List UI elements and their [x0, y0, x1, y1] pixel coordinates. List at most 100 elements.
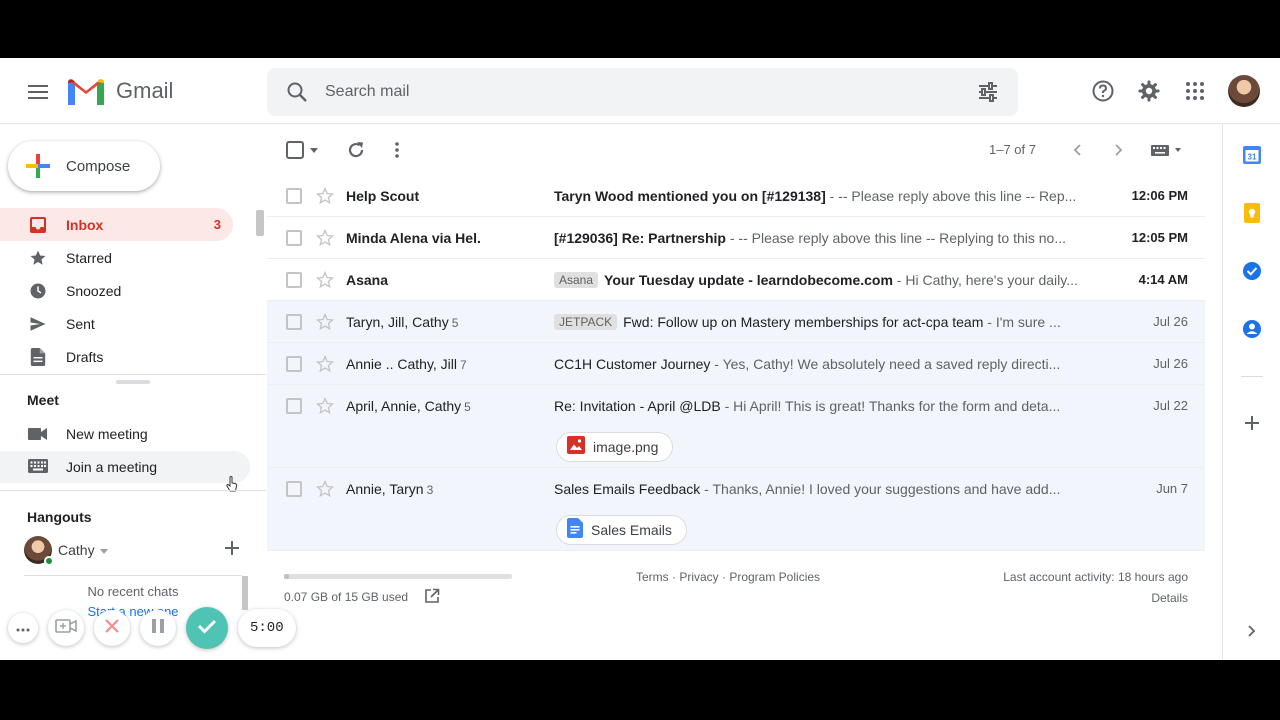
activity-details-link[interactable]: Details	[1151, 591, 1188, 605]
main-menu-icon[interactable]	[22, 76, 54, 108]
new-conversation-plus-icon[interactable]	[224, 540, 240, 561]
join-meeting-button[interactable]: Join a meeting	[0, 451, 250, 483]
email-date: Jul 26	[1153, 356, 1188, 371]
search-input[interactable]	[325, 77, 925, 107]
email-select-checkbox[interactable]	[286, 188, 302, 204]
calendar-icon[interactable]: 31	[1241, 144, 1263, 166]
recorder-camera-button[interactable]	[48, 610, 84, 646]
email-content: JETPACK Fwd: Follow up on Mastery members…	[554, 314, 1094, 330]
sidebar-item-snoozed[interactable]: Snoozed	[0, 274, 233, 307]
email-row[interactable]: Asana Asana Your Tuesday update - learndob…	[267, 259, 1205, 301]
external-link-icon[interactable]	[424, 588, 440, 609]
checkmark-icon	[197, 618, 217, 639]
sidebar-item-inbox[interactable]: Inbox 3	[0, 208, 233, 241]
email-select-checkbox[interactable]	[286, 272, 302, 288]
select-dropdown-icon[interactable]	[307, 138, 321, 162]
sidebar-item-drafts[interactable]: Drafts	[0, 340, 233, 373]
clock-icon	[28, 281, 48, 301]
storage-usage-fill	[284, 574, 289, 579]
contacts-icon[interactable]	[1241, 318, 1263, 340]
section-drag-handle[interactable]	[116, 380, 150, 384]
email-label-tag[interactable]: JETPACK	[554, 314, 618, 330]
email-label-tag[interactable]: Asana	[554, 272, 599, 288]
apps-grid-icon[interactable]	[1182, 78, 1208, 104]
image-file-icon	[567, 435, 585, 459]
new-meeting-label: New meeting	[66, 426, 148, 442]
email-row[interactable]: Annie, Taryn 3 Sales Emails Feedback - Tha…	[267, 468, 1205, 551]
email-select-checkbox[interactable]	[286, 314, 302, 330]
tasks-icon[interactable]	[1241, 260, 1263, 282]
sidebar-item-starred[interactable]: Starred	[0, 241, 233, 274]
email-subject: CC1H Customer Journey	[554, 356, 711, 372]
email-subject: Your Tuesday update - learndobecome.com	[604, 272, 893, 288]
keep-notes-icon[interactable]	[1241, 202, 1263, 224]
hangouts-user-status[interactable]: Cathy	[24, 536, 108, 566]
mail-list-toolbar: 1–7 of 7	[267, 130, 1207, 170]
sender-name: Annie .. Cathy, Jill	[346, 356, 458, 372]
footer-policy-links[interactable]: Terms · Privacy · Program Policies	[636, 570, 820, 584]
email-row[interactable]: April, Annie, Cathy 5 Re: Invitation - Apr…	[267, 385, 1205, 468]
meet-section-title: Meet	[27, 392, 59, 408]
svg-text:31: 31	[1248, 153, 1257, 162]
recorder-more-button[interactable]	[8, 613, 38, 643]
recorder-pause-button[interactable]	[140, 610, 176, 646]
sidebar-item-sent[interactable]: Sent	[0, 307, 233, 340]
email-row[interactable]: Help Scout Taryn Wood mentioned you on [#…	[267, 175, 1205, 217]
next-page-icon[interactable]	[1107, 138, 1131, 162]
email-sender: Asana	[346, 272, 388, 288]
gmail-logo[interactable]: Gmail	[66, 76, 173, 106]
email-select-checkbox[interactable]	[286, 230, 302, 246]
email-select-checkbox[interactable]	[286, 356, 302, 372]
email-row[interactable]: Taryn, Jill, Cathy 5 JETPACK Fwd: Follow up…	[267, 301, 1205, 343]
attachment-chip[interactable]: image.png	[556, 432, 674, 462]
refresh-icon[interactable]	[344, 138, 368, 162]
previous-page-icon[interactable]	[1065, 138, 1089, 162]
star-toggle-icon[interactable]	[315, 186, 335, 211]
star-toggle-icon[interactable]	[315, 396, 335, 421]
recorder-cancel-button[interactable]	[94, 610, 130, 646]
sidebar-item-label: Snoozed	[66, 282, 122, 299]
gmail-window: Gmail Compose	[0, 58, 1280, 660]
recorder-finish-button[interactable]	[186, 607, 228, 649]
chevron-down-icon	[99, 541, 108, 559]
camera-toggle-icon	[55, 618, 77, 639]
input-tools-keyboard-icon[interactable]	[1147, 138, 1187, 162]
hangouts-section-title: Hangouts	[27, 509, 92, 525]
account-avatar[interactable]	[1228, 75, 1260, 107]
email-date: Jul 26	[1153, 314, 1188, 329]
attachment-name: image.png	[593, 439, 659, 455]
star-toggle-icon[interactable]	[315, 312, 335, 337]
attachment-chip[interactable]: Sales Emails	[556, 515, 687, 545]
compose-button[interactable]: Compose	[8, 141, 160, 191]
email-snippet: - Thanks, Annie! I loved your suggestion…	[700, 481, 1061, 497]
sidebar-scrollbar[interactable]	[256, 210, 264, 236]
search-options-icon[interactable]	[976, 80, 1000, 109]
search-bar[interactable]	[267, 68, 1018, 116]
search-icon[interactable]	[285, 80, 309, 109]
star-toggle-icon[interactable]	[315, 228, 335, 253]
select-all-checkbox[interactable]	[283, 138, 307, 162]
email-snippet: - Hi Cathy, here's your daily...	[892, 272, 1078, 288]
new-meeting-button[interactable]: New meeting	[0, 418, 250, 450]
email-select-checkbox[interactable]	[286, 481, 302, 497]
email-row[interactable]: Minda Alena via Hel. [#129036] Re: Partne…	[267, 217, 1205, 259]
expand-panel-chevron-icon[interactable]	[1241, 620, 1263, 642]
gmail-m-icon	[68, 79, 104, 105]
email-content: Asana Your Tuesday update - learndobecome…	[554, 272, 1094, 288]
help-icon[interactable]	[1090, 78, 1116, 104]
hangouts-scrollbar[interactable]	[242, 576, 248, 610]
star-toggle-icon[interactable]	[315, 270, 335, 295]
email-select-checkbox[interactable]	[286, 398, 302, 414]
get-addons-plus-icon[interactable]	[1241, 412, 1263, 434]
settings-gear-icon[interactable]	[1136, 78, 1162, 104]
more-options-icon[interactable]	[385, 138, 409, 162]
email-date: 4:14 AM	[1138, 272, 1188, 287]
inbox-unread-count: 3	[213, 217, 221, 232]
sidebar-item-label: Drafts	[66, 348, 104, 365]
email-row[interactable]: Annie .. Cathy, Jill 7 CC1H Customer Journ…	[267, 343, 1205, 385]
side-panel: 31	[1222, 124, 1280, 660]
hangouts-divider	[24, 575, 242, 576]
star-toggle-icon[interactable]	[315, 479, 335, 504]
email-snippet: - I'm sure ...	[983, 314, 1061, 330]
star-toggle-icon[interactable]	[315, 354, 335, 379]
